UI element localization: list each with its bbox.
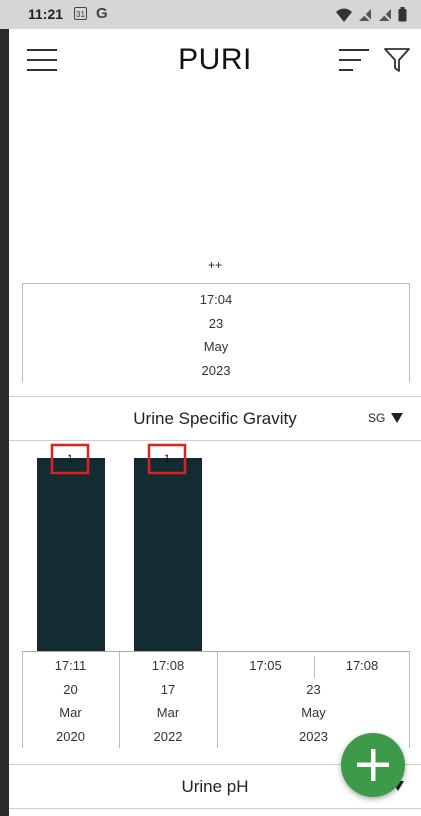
timestamp-cell: 17:04 23 May 2023 bbox=[199, 292, 233, 378]
wifi-icon bbox=[336, 8, 352, 22]
battery-icon bbox=[398, 7, 407, 22]
signal-off-icon bbox=[358, 7, 372, 22]
app-bar: PURI bbox=[9, 29, 421, 93]
status-time: 11:21 bbox=[28, 6, 64, 22]
ketones-value-label: ++ bbox=[207, 258, 222, 272]
section-divider bbox=[9, 396, 421, 397]
calendar-icon: 31 bbox=[74, 7, 87, 20]
sg-selector-value: SG bbox=[368, 411, 386, 425]
status-bar: 11:21 31 G bbox=[0, 0, 421, 29]
google-icon: G bbox=[96, 5, 108, 22]
section-divider bbox=[9, 808, 421, 809]
background-app-edge bbox=[0, 0, 9, 816]
timestamp-cell: 17:08 bbox=[345, 658, 379, 673]
sg-selector[interactable]: SG bbox=[368, 411, 404, 425]
sort-button[interactable] bbox=[339, 49, 369, 73]
add-entry-button[interactable] bbox=[341, 733, 405, 797]
sg-bar bbox=[37, 458, 105, 651]
signal-off-icon-2 bbox=[378, 7, 392, 22]
sg-bar-chart: 11 bbox=[37, 443, 202, 651]
timestamp-cell: 17:05 bbox=[249, 658, 282, 673]
bar-value-label: 1 bbox=[67, 453, 73, 465]
filter-icon[interactable] bbox=[383, 46, 411, 74]
ketones-timestamp-table: 17:04 23 May 2023 bbox=[22, 283, 410, 382]
dropdown-triangle-icon bbox=[391, 413, 404, 423]
status-icons bbox=[336, 7, 407, 22]
bar-value-label: 1 bbox=[164, 453, 170, 465]
sg-section-title: Urine Specific Gravity bbox=[133, 409, 297, 428]
timestamp-cell: 17:11 20 Mar 2020 bbox=[54, 658, 87, 744]
timestamp-cell: 17:08 17 Mar 2022 bbox=[151, 658, 185, 744]
sg-bar bbox=[134, 458, 202, 651]
plus-icon bbox=[357, 749, 389, 781]
